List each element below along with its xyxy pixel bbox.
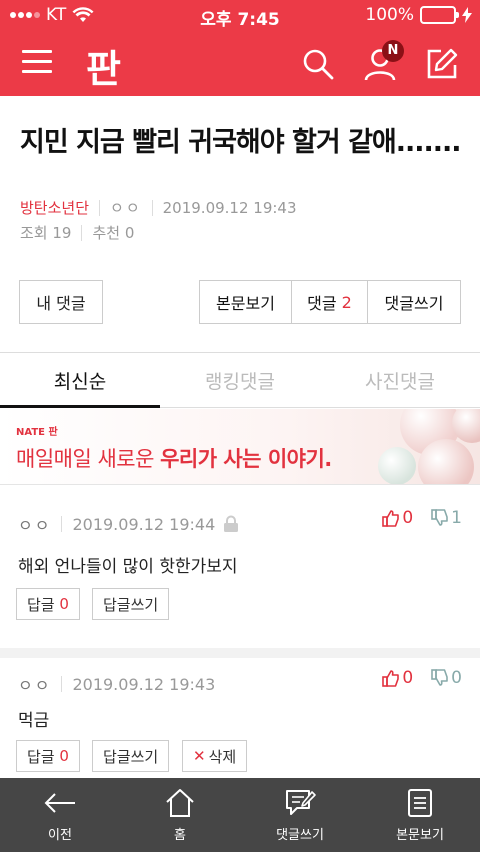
like-count: 0 xyxy=(402,508,414,528)
dislike-button[interactable]: 1 xyxy=(431,508,462,528)
post-recommends: 추천 0 xyxy=(92,224,135,242)
charging-icon xyxy=(462,7,472,23)
dislike-button[interactable]: 0 xyxy=(431,668,462,688)
divider xyxy=(61,516,63,532)
like-button[interactable]: 0 xyxy=(382,668,413,688)
post-category[interactable]: 방탄소년단 xyxy=(20,197,89,218)
comment-author: ㅇㅇ xyxy=(18,676,52,695)
write-reply-button[interactable]: 답글쓰기 xyxy=(92,588,170,620)
nav-home-label: 홈 xyxy=(174,827,186,843)
comment-item: ㅇㅇ 2019.09.12 19:43 0 0 먹금 답글 0 답글쓰기 ✕ 삭… xyxy=(0,658,480,788)
nav-view-body[interactable]: 본문보기 xyxy=(360,778,480,852)
banner-text-plain: 매일매일 새로운 xyxy=(16,447,161,471)
lock-icon xyxy=(224,515,239,532)
menu-line xyxy=(22,70,52,73)
document-icon xyxy=(408,788,432,817)
balloon-decoration xyxy=(418,439,474,484)
app-header: 판 N xyxy=(0,32,480,96)
comment-votes: 0 0 xyxy=(382,668,462,688)
post-stats: 조회 19 추천 0 xyxy=(20,222,134,243)
write-post-button[interactable] xyxy=(424,46,460,82)
reply-label: 답글 xyxy=(27,747,55,766)
comment-header: ㅇㅇ 2019.09.12 19:44 xyxy=(18,512,239,536)
comments-button[interactable]: 댓글 2 xyxy=(292,281,368,323)
menu-button[interactable] xyxy=(22,50,52,76)
my-comments-button[interactable]: 내 댓글 xyxy=(19,280,103,324)
thumbs-up-icon xyxy=(382,670,400,687)
delete-button[interactable]: ✕ 삭제 xyxy=(182,740,248,772)
search-button[interactable] xyxy=(300,46,336,82)
comment-body: 먹금 xyxy=(18,711,50,731)
dislike-count: 1 xyxy=(451,508,462,528)
comment-tabs: 최신순 랭킹댓글 사진댓글 xyxy=(0,352,480,408)
comment-datetime: 2019.09.12 19:44 xyxy=(72,514,216,534)
menu-line xyxy=(22,60,52,63)
battery-percent: 100% xyxy=(365,5,414,25)
divider xyxy=(81,224,83,241)
like-button[interactable]: 0 xyxy=(382,508,413,528)
write-comment-icon xyxy=(286,789,316,815)
reply-count: 0 xyxy=(59,747,69,765)
nav-back-label: 이전 xyxy=(48,827,72,843)
bottom-nav: 이전 홈 댓글쓰기 본문보기 xyxy=(0,778,480,852)
comment-author: ㅇㅇ xyxy=(18,516,52,535)
reply-label: 답글 xyxy=(27,595,55,614)
comments-label: 댓글 xyxy=(307,294,337,313)
banner-text-bold: 우리가 사는 이야기. xyxy=(160,447,332,471)
comment-votes: 0 1 xyxy=(382,508,462,528)
balloon-decoration xyxy=(378,447,416,484)
nav-write-comment[interactable]: 댓글쓰기 xyxy=(240,778,360,852)
banner-text: 매일매일 새로운 우리가 사는 이야기. xyxy=(16,443,332,473)
comment-header: ㅇㅇ 2019.09.12 19:43 xyxy=(18,672,215,696)
comments-count: 2 xyxy=(341,292,352,312)
view-body-button[interactable]: 본문보기 xyxy=(200,281,292,323)
close-icon: ✕ xyxy=(193,747,206,765)
profile-button[interactable]: N xyxy=(362,40,404,82)
post-action-group: 본문보기 댓글 2 댓글쓰기 xyxy=(199,280,461,324)
write-reply-button[interactable]: 답글쓰기 xyxy=(92,740,170,772)
battery-icon xyxy=(420,6,459,24)
dislike-count: 0 xyxy=(451,668,462,688)
delete-label: 삭제 xyxy=(208,747,237,766)
status-right: 100% xyxy=(365,5,472,25)
write-comment-button[interactable]: 댓글쓰기 xyxy=(368,281,460,323)
thumbs-down-icon xyxy=(431,669,448,686)
edit-icon xyxy=(427,48,458,79)
promo-banner[interactable]: NATE 판 매일매일 새로운 우리가 사는 이야기. xyxy=(0,409,480,485)
home-icon xyxy=(166,788,194,817)
reply-button[interactable]: 답글 0 xyxy=(16,740,80,772)
search-icon xyxy=(303,49,334,80)
like-count: 0 xyxy=(402,668,414,688)
divider xyxy=(99,199,101,216)
tab-photo[interactable]: 사진댓글 xyxy=(320,353,480,407)
nav-view-body-label: 본문보기 xyxy=(396,827,444,843)
status-bar: KT 오후 7:45 100% xyxy=(0,0,480,32)
comment-item: ㅇㅇ 2019.09.12 19:44 0 1 해외 언나들이 많이 핫한가보지… xyxy=(0,486,480,658)
tab-ranking[interactable]: 랭킹댓글 xyxy=(160,353,320,407)
nav-write-comment-label: 댓글쓰기 xyxy=(276,827,324,843)
post-title: 지민 지금 빨리 귀국해야 할거 같애....... xyxy=(20,127,462,158)
nav-back[interactable]: 이전 xyxy=(0,778,120,852)
reply-button[interactable]: 답글 0 xyxy=(16,588,80,620)
menu-line xyxy=(22,50,52,53)
reply-count: 0 xyxy=(59,595,69,613)
post-views: 조회 19 xyxy=(20,224,72,242)
divider xyxy=(151,199,153,216)
post-datetime: 2019.09.12 19:43 xyxy=(162,198,297,217)
comment-body: 해외 언나들이 많이 핫한가보지 xyxy=(18,557,238,577)
notification-badge: N xyxy=(382,40,404,62)
back-arrow-icon xyxy=(44,792,75,813)
thumbs-down-icon xyxy=(431,509,448,526)
tab-latest[interactable]: 최신순 xyxy=(0,353,160,408)
comment-datetime: 2019.09.12 19:43 xyxy=(72,674,216,694)
thumbs-up-icon xyxy=(382,510,400,527)
nav-home[interactable]: 홈 xyxy=(120,778,240,852)
banner-brand: NATE 판 xyxy=(16,427,58,438)
post-author: ㅇㅇ xyxy=(110,199,142,217)
post-meta: 방탄소년단 ㅇㅇ 2019.09.12 19:43 xyxy=(20,197,297,218)
app-logo[interactable]: 판 xyxy=(86,38,121,93)
divider xyxy=(61,676,63,692)
